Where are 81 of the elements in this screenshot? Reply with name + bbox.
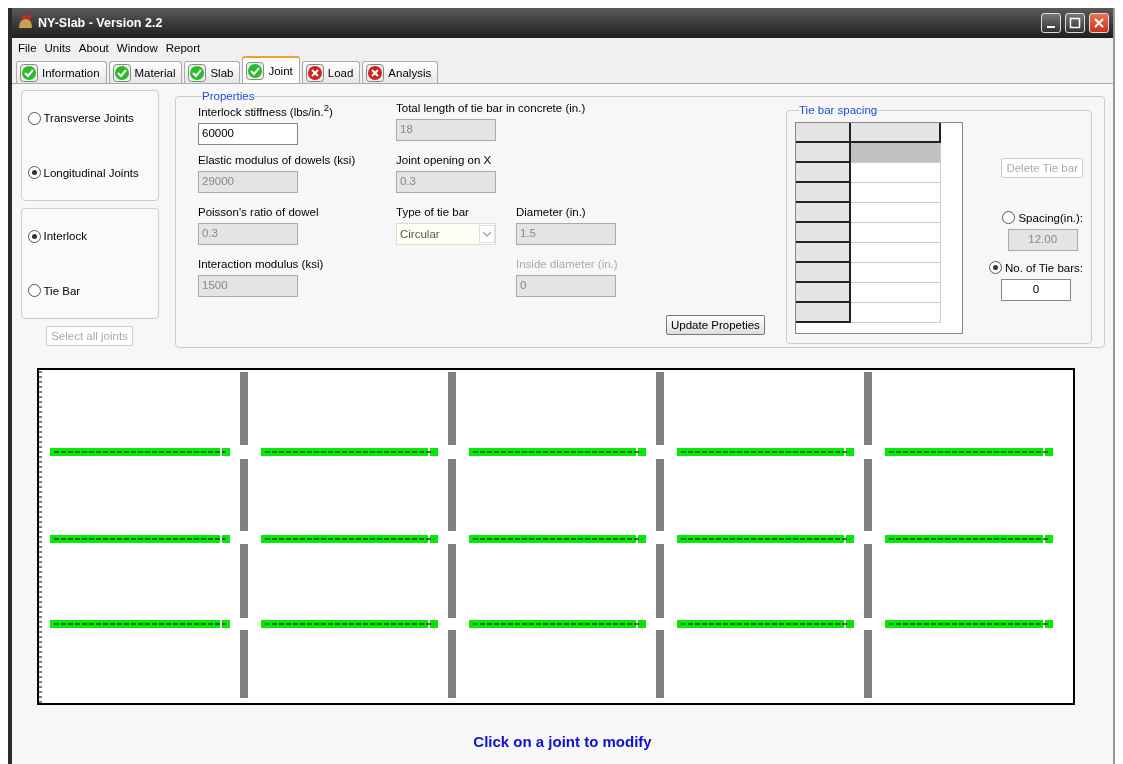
radio-button[interactable] — [27, 166, 41, 180]
joint-segment[interactable] — [656, 544, 664, 618]
field-label: Type of tie bar — [396, 206, 469, 218]
radio-button[interactable] — [27, 284, 41, 298]
radio-label[interactable]: Longitudinal Joints — [43, 166, 139, 179]
field-label: Elastic modulus of dowels (ksi) — [198, 154, 356, 166]
row-header-cell[interactable] — [796, 283, 851, 303]
header-cell — [796, 123, 851, 143]
table-cell[interactable] — [851, 283, 941, 303]
field-label: Diameter (in.) — [516, 206, 586, 218]
tab[interactable]: Joint — [242, 56, 300, 83]
tab[interactable]: Information — [16, 61, 107, 83]
tab[interactable]: Analysis — [362, 61, 439, 83]
radio-button[interactable] — [27, 111, 41, 125]
table-cell[interactable] — [851, 163, 941, 183]
joint-segment[interactable] — [656, 630, 664, 698]
table-cell[interactable] — [851, 223, 941, 243]
radio-label[interactable]: Interlock — [43, 230, 87, 243]
row-header-cell[interactable] — [796, 163, 851, 183]
joint-segment[interactable] — [240, 459, 248, 531]
joint-segment[interactable] — [864, 544, 872, 618]
row-header-cell[interactable] — [796, 183, 851, 203]
caret-icon — [479, 225, 495, 243]
table-cell[interactable] — [851, 183, 941, 203]
menu-item[interactable]: File — [14, 41, 41, 54]
table-cell[interactable] — [851, 263, 941, 283]
row-header-cell[interactable] — [796, 303, 851, 323]
tab[interactable]: Slab — [184, 61, 241, 83]
row-header-cell[interactable] — [796, 243, 851, 263]
group-title: Properties — [202, 90, 255, 102]
input-field[interactable]: 60000 — [198, 122, 298, 145]
maximize-icon — [1069, 17, 1081, 29]
table-cell[interactable] — [851, 303, 941, 323]
field-label: Inside diameter (in.) — [516, 258, 618, 270]
joint-segment[interactable] — [656, 372, 664, 445]
row-header-cell[interactable] — [796, 263, 851, 283]
joint-segment[interactable] — [864, 372, 872, 445]
close-button[interactable] — [1089, 13, 1109, 33]
input-field[interactable]: 0 — [1001, 279, 1071, 301]
row-header-cell[interactable] — [796, 143, 851, 163]
menu-item[interactable]: Units — [40, 41, 75, 54]
radio-button[interactable] — [989, 261, 1002, 274]
table-cell[interactable] — [851, 143, 941, 163]
field-label: Total length of tie bar in concrete (in.) — [396, 102, 586, 114]
field-label: Interaction modulus (ksi) — [198, 258, 324, 270]
radio-button[interactable] — [27, 229, 41, 243]
menu-item[interactable]: Report — [161, 41, 205, 54]
joint-segment[interactable] — [240, 544, 248, 618]
row-header-cell[interactable] — [796, 203, 851, 223]
field-label: Poisson's ratio of dowel — [198, 206, 319, 218]
check-icon — [246, 61, 265, 80]
minimize-icon — [1047, 26, 1055, 28]
menu-item[interactable]: Window — [112, 41, 162, 54]
tab[interactable]: Material — [108, 61, 183, 83]
joint-segment[interactable] — [448, 544, 456, 618]
joint-segment[interactable] — [864, 630, 872, 698]
close-icon — [1093, 17, 1105, 29]
minimize-button[interactable] — [1041, 13, 1061, 33]
joint-segment[interactable] — [240, 630, 248, 698]
joint-segment[interactable] — [240, 372, 248, 445]
tab[interactable]: Load — [301, 61, 361, 83]
table-cell[interactable] — [851, 243, 941, 263]
window-title: NY-Slab - Version 2.2 — [38, 16, 164, 30]
joint-segment[interactable] — [448, 459, 456, 531]
slab-plan-drawing[interactable] — [37, 368, 1075, 705]
radio-label[interactable]: No. of Tie bars: — [1005, 261, 1083, 274]
joint-segment[interactable] — [864, 459, 872, 531]
update-properties-button[interactable]: Update Propeties — [666, 315, 765, 335]
menu-item[interactable]: About — [74, 41, 113, 54]
joint-segment[interactable] — [448, 630, 456, 698]
joint-segment[interactable] — [656, 459, 664, 531]
row-header-cell[interactable] — [796, 223, 851, 243]
table-cell[interactable] — [851, 203, 941, 223]
radio-label[interactable]: Tie Bar — [43, 284, 81, 297]
radio-label[interactable]: Transverse Joints — [43, 112, 134, 125]
field-label: Interlock stiffness (lbs/in.$^{2}$) — [198, 102, 333, 118]
hint-text: Click on a joint to modify — [472, 733, 653, 750]
maximize-button[interactable] — [1065, 13, 1085, 33]
group-title: Tie bar spacing — [799, 104, 878, 116]
joint-segment[interactable] — [448, 372, 456, 445]
field-label: Joint opening on X — [396, 154, 492, 166]
